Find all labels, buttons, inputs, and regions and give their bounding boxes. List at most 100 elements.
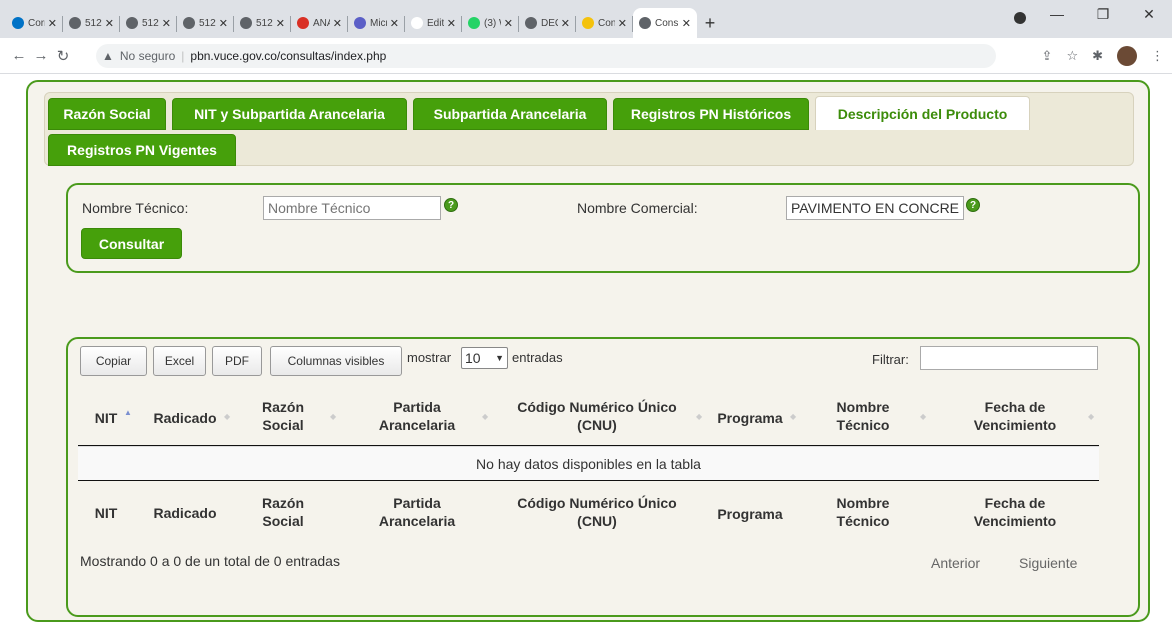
menu-kebab-icon[interactable]: ⋮ (1151, 48, 1164, 64)
browser-tab-title: ANAL (313, 17, 330, 29)
close-window-icon[interactable]: ✕ (1126, 6, 1172, 23)
security-label: No seguro (119, 49, 176, 63)
browser-tab[interactable]: DECF✕ (519, 8, 576, 38)
col-header-programa[interactable]: Programa (712, 409, 788, 427)
favicon-icon (354, 17, 366, 29)
sort-both-icon: ◆ (790, 412, 797, 421)
url-box[interactable]: ▲ No seguro | pbn.vuce.gov.co/consultas/… (96, 44, 996, 68)
share-icon[interactable]: ⇪ (1042, 48, 1053, 64)
sort-asc-icon: ▲ (124, 408, 132, 417)
table-filter-input[interactable] (920, 346, 1098, 370)
favicon-icon (240, 17, 252, 29)
sort-both-icon: ◆ (330, 412, 337, 421)
col-header-partida[interactable]: Partida Arancelaria (370, 398, 464, 434)
browser-tab[interactable]: 512fi✕ (177, 8, 234, 38)
table-info: Mostrando 0 a 0 de un total de 0 entrada… (80, 553, 340, 569)
col-footer-radicado: Radicado (153, 505, 217, 521)
favicon-icon (582, 17, 594, 29)
extensions-icon[interactable]: ✱ (1092, 48, 1103, 64)
close-tab-icon[interactable]: ✕ (447, 17, 456, 30)
browser-tab-title: Micr (370, 17, 387, 29)
browser-tools: ⇪ ☆ ✱ ⋮ (1042, 46, 1164, 66)
col-header-nit[interactable]: NIT (90, 409, 122, 427)
forward-icon[interactable]: → (30, 47, 52, 64)
columns-visible-button[interactable]: Columnas visibles (270, 346, 402, 376)
close-tab-icon[interactable]: ✕ (682, 17, 691, 30)
browser-tab[interactable]: ANAL✕ (291, 8, 348, 38)
bookmark-star-icon[interactable]: ☆ (1066, 48, 1078, 64)
close-tab-icon[interactable]: ✕ (162, 17, 171, 30)
maximize-icon[interactable]: ❐ (1080, 6, 1126, 23)
back-icon[interactable]: ← (8, 47, 30, 64)
window-controls: — ❐ ✕ (1034, 6, 1172, 23)
col-header-fecha[interactable]: Fecha de Vencimiento (965, 398, 1065, 434)
profile-dot-icon[interactable] (1014, 12, 1026, 24)
next-page-button[interactable]: Siguiente (1019, 555, 1077, 571)
copy-button[interactable]: Copiar (80, 346, 147, 376)
close-tab-icon[interactable]: ✕ (276, 17, 285, 30)
close-tab-icon[interactable]: ✕ (561, 17, 570, 30)
favicon-icon (69, 17, 81, 29)
browser-tab-title: Cons (598, 17, 615, 29)
col-header-razon-social[interactable]: Razón Social (258, 398, 308, 434)
close-tab-icon[interactable]: ✕ (48, 17, 57, 30)
tab-subpartida[interactable]: Subpartida Arancelaria (413, 98, 607, 130)
browser-tab[interactable]: Micr✕ (348, 8, 405, 38)
excel-button[interactable]: Excel (153, 346, 206, 376)
close-tab-icon[interactable]: ✕ (618, 17, 627, 30)
avatar[interactable] (1117, 46, 1137, 66)
help-icon[interactable]: ? (966, 198, 980, 212)
col-footer-nit: NIT (94, 505, 118, 521)
browser-tab[interactable]: 512fi✕ (234, 8, 291, 38)
consultar-button[interactable]: Consultar (81, 228, 182, 259)
tab-registros-vigentes[interactable]: Registros PN Vigentes (48, 134, 236, 166)
help-icon[interactable]: ? (444, 198, 458, 212)
browser-tab-title: Edita (427, 17, 444, 29)
tab-nit-subpartida[interactable]: NIT y Subpartida Arancelaria (172, 98, 407, 130)
browser-tab[interactable]: Cons✕ (576, 8, 633, 38)
sort-both-icon: ◆ (482, 412, 489, 421)
close-tab-icon[interactable]: ✕ (219, 17, 228, 30)
close-tab-icon[interactable]: ✕ (390, 17, 399, 30)
close-tab-icon[interactable]: ✕ (504, 17, 513, 30)
tab-descripcion-producto[interactable]: Descripción del Producto (815, 96, 1030, 130)
reload-icon[interactable]: ↻ (52, 47, 74, 65)
close-tab-icon[interactable]: ✕ (105, 17, 114, 30)
entries-select[interactable]: 10 ▼ (461, 347, 508, 369)
browser-tab-title: 512fi (199, 17, 216, 29)
sort-both-icon: ◆ (920, 412, 927, 421)
col-header-nombre-tecnico[interactable]: Nombre Técnico (820, 398, 906, 434)
nombre-tecnico-input[interactable] (263, 196, 441, 220)
col-header-radicado[interactable]: Radicado (150, 409, 220, 427)
tab-registros-historicos[interactable]: Registros PN Históricos (613, 98, 809, 130)
browser-tab[interactable]: Edita✕ (405, 8, 462, 38)
browser-tab-title: Corre (28, 17, 45, 29)
entries-select-value: 10 (465, 350, 481, 366)
browser-tab-title: 512fi (142, 17, 159, 29)
new-tab-icon[interactable]: + (697, 8, 723, 38)
browser-tab[interactable]: Cons✕ (633, 8, 697, 38)
favicon-icon (639, 17, 651, 29)
tab-razon-social[interactable]: Razón Social (48, 98, 166, 130)
browser-tab-title: 512fi (85, 17, 102, 29)
col-footer-programa: Programa (717, 506, 783, 522)
browser-tab[interactable]: 512fi✕ (120, 8, 177, 38)
minimize-icon[interactable]: — (1034, 6, 1080, 23)
pdf-button[interactable]: PDF (212, 346, 262, 376)
browser-tab[interactable]: Corre✕ (6, 8, 63, 38)
sort-both-icon: ◆ (1088, 412, 1095, 421)
browser-tab[interactable]: (3) W✕ (462, 8, 519, 38)
show-suffix-label: entradas (512, 350, 563, 365)
col-header-cnu[interactable]: Código Numérico Único (CNU) (506, 398, 688, 434)
favicon-icon (12, 17, 24, 29)
favicon-icon (525, 17, 537, 29)
browser-tab-title: 512fi (256, 17, 273, 29)
browser-tab[interactable]: 512fi✕ (63, 8, 120, 38)
close-tab-icon[interactable]: ✕ (333, 17, 342, 30)
favicon-icon (297, 17, 309, 29)
nombre-comercial-input[interactable] (786, 196, 964, 220)
chevron-down-icon: ▼ (495, 353, 504, 363)
browser-tab-title: (3) W (484, 17, 501, 29)
prev-page-button[interactable]: Anterior (931, 555, 980, 571)
url-separator: | (181, 49, 185, 63)
